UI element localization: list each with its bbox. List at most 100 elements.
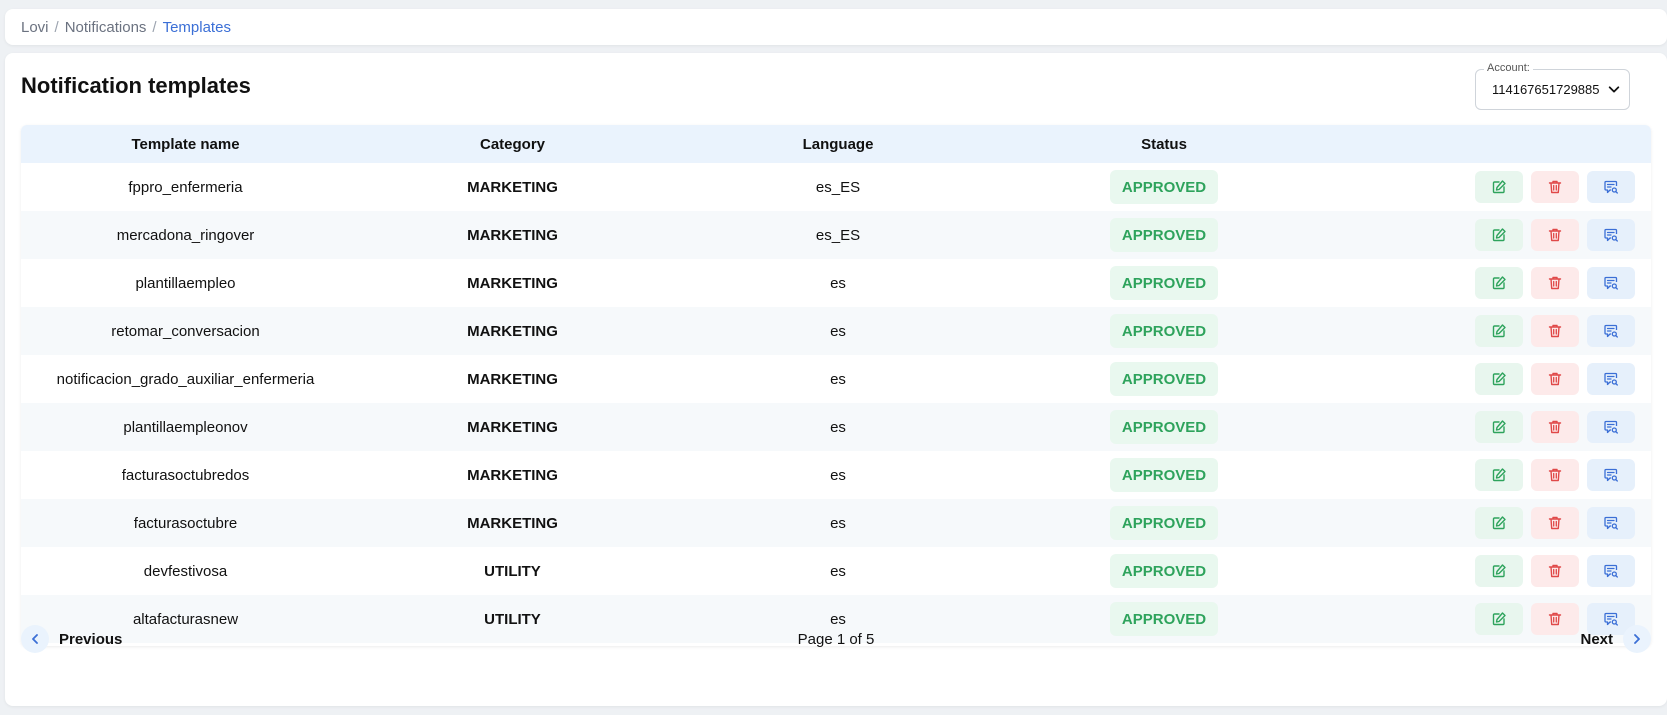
language-cell: es xyxy=(830,322,846,340)
row-actions xyxy=(1327,267,1651,299)
templates-table: Template name Category Language Status f… xyxy=(21,125,1651,646)
message-search-icon xyxy=(1604,228,1618,242)
language-cell: es xyxy=(830,370,846,388)
preview-template-button[interactable] xyxy=(1587,171,1635,203)
delete-template-button[interactable] xyxy=(1531,555,1579,587)
trash-icon xyxy=(1548,468,1562,482)
status-cell: APPROVED xyxy=(1001,410,1327,444)
edit-icon xyxy=(1492,180,1506,194)
template-name-cell: facturasoctubre xyxy=(133,514,238,532)
edit-icon xyxy=(1492,228,1506,242)
preview-template-button[interactable] xyxy=(1587,411,1635,443)
breadcrumb: Lovi / Notifications / Templates xyxy=(5,9,1667,45)
preview-template-button[interactable] xyxy=(1587,315,1635,347)
trash-icon xyxy=(1548,372,1562,386)
row-actions xyxy=(1327,219,1651,251)
edit-template-button[interactable] xyxy=(1475,459,1523,491)
message-search-icon xyxy=(1604,324,1618,338)
category-cell: UTILITY xyxy=(484,562,541,580)
delete-template-button[interactable] xyxy=(1531,171,1579,203)
delete-template-button[interactable] xyxy=(1531,267,1579,299)
preview-template-button[interactable] xyxy=(1587,363,1635,395)
breadcrumb-item-lovi[interactable]: Lovi xyxy=(21,19,49,36)
status-badge: APPROVED xyxy=(1110,506,1218,540)
category-cell: MARKETING xyxy=(467,418,558,436)
language-cell: es xyxy=(830,514,846,532)
status-cell: APPROVED xyxy=(1001,266,1327,300)
category-cell: MARKETING xyxy=(467,466,558,484)
template-name-cell: devfestivosa xyxy=(143,562,228,580)
row-actions xyxy=(1327,315,1651,347)
table-row: fppro_enfermeria MARKETING es_ES APPROVE… xyxy=(21,163,1651,211)
edit-icon xyxy=(1492,372,1506,386)
edit-template-button[interactable] xyxy=(1475,363,1523,395)
row-actions xyxy=(1327,363,1651,395)
status-badge: APPROVED xyxy=(1110,554,1218,588)
preview-template-button[interactable] xyxy=(1587,555,1635,587)
delete-template-button[interactable] xyxy=(1531,315,1579,347)
trash-icon xyxy=(1548,324,1562,338)
message-search-icon xyxy=(1604,276,1618,290)
edit-icon xyxy=(1492,324,1506,338)
status-cell: APPROVED xyxy=(1001,554,1327,588)
status-cell: APPROVED xyxy=(1001,362,1327,396)
language-cell: es_ES xyxy=(815,178,861,196)
trash-icon xyxy=(1548,228,1562,242)
status-badge: APPROVED xyxy=(1110,266,1218,300)
edit-template-button[interactable] xyxy=(1475,267,1523,299)
language-cell: es xyxy=(830,274,846,292)
account-select[interactable]: Account: 114167651729885 xyxy=(1475,62,1630,110)
edit-icon xyxy=(1492,276,1506,290)
delete-template-button[interactable] xyxy=(1531,459,1579,491)
template-name-cell: fppro_enfermeria xyxy=(128,178,243,196)
preview-template-button[interactable] xyxy=(1587,267,1635,299)
status-badge: APPROVED xyxy=(1110,458,1218,492)
edit-template-button[interactable] xyxy=(1475,219,1523,251)
trash-icon xyxy=(1548,180,1562,194)
preview-template-button[interactable] xyxy=(1587,459,1635,491)
edit-template-button[interactable] xyxy=(1475,507,1523,539)
breadcrumb-separator: / xyxy=(152,18,157,36)
language-cell: es_ES xyxy=(815,226,861,244)
table-row: facturasoctubre MARKETING es APPROVED xyxy=(21,499,1651,547)
status-cell: APPROVED xyxy=(1001,314,1327,348)
category-cell: MARKETING xyxy=(467,322,558,340)
edit-icon xyxy=(1492,564,1506,578)
page-title: Notification templates xyxy=(21,73,251,98)
edit-template-button[interactable] xyxy=(1475,555,1523,587)
template-name-cell: facturasoctubredos xyxy=(121,466,250,484)
message-search-icon xyxy=(1604,180,1618,194)
column-header-language: Language xyxy=(802,135,874,153)
edit-template-button[interactable] xyxy=(1475,171,1523,203)
category-cell: MARKETING xyxy=(467,226,558,244)
status-badge: APPROVED xyxy=(1110,362,1218,396)
template-name-cell: plantillaempleo xyxy=(135,274,236,292)
preview-template-button[interactable] xyxy=(1587,507,1635,539)
chevron-down-icon xyxy=(1608,86,1620,93)
trash-icon xyxy=(1548,276,1562,290)
account-select-value: 114167651729885 xyxy=(1492,82,1600,97)
breadcrumb-item-notifications[interactable]: Notifications xyxy=(65,19,147,36)
status-badge: APPROVED xyxy=(1110,410,1218,444)
next-page-label: Next xyxy=(1580,630,1613,648)
status-cell: APPROVED xyxy=(1001,218,1327,252)
language-cell: es xyxy=(830,418,846,436)
next-page-button[interactable]: Next xyxy=(1580,625,1651,653)
row-actions xyxy=(1327,171,1651,203)
delete-template-button[interactable] xyxy=(1531,411,1579,443)
table-row: plantillaempleonov MARKETING es APPROVED xyxy=(21,403,1651,451)
chevron-right-icon xyxy=(1623,625,1651,653)
delete-template-button[interactable] xyxy=(1531,363,1579,395)
table-row: mercadona_ringover MARKETING es_ES APPRO… xyxy=(21,211,1651,259)
table-body: fppro_enfermeria MARKETING es_ES APPROVE… xyxy=(21,163,1651,643)
category-cell: MARKETING xyxy=(467,178,558,196)
preview-template-button[interactable] xyxy=(1587,219,1635,251)
message-search-icon xyxy=(1604,420,1618,434)
edit-template-button[interactable] xyxy=(1475,315,1523,347)
edit-template-button[interactable] xyxy=(1475,411,1523,443)
status-cell: APPROVED xyxy=(1001,170,1327,204)
message-search-icon xyxy=(1604,468,1618,482)
row-actions xyxy=(1327,459,1651,491)
delete-template-button[interactable] xyxy=(1531,219,1579,251)
delete-template-button[interactable] xyxy=(1531,507,1579,539)
